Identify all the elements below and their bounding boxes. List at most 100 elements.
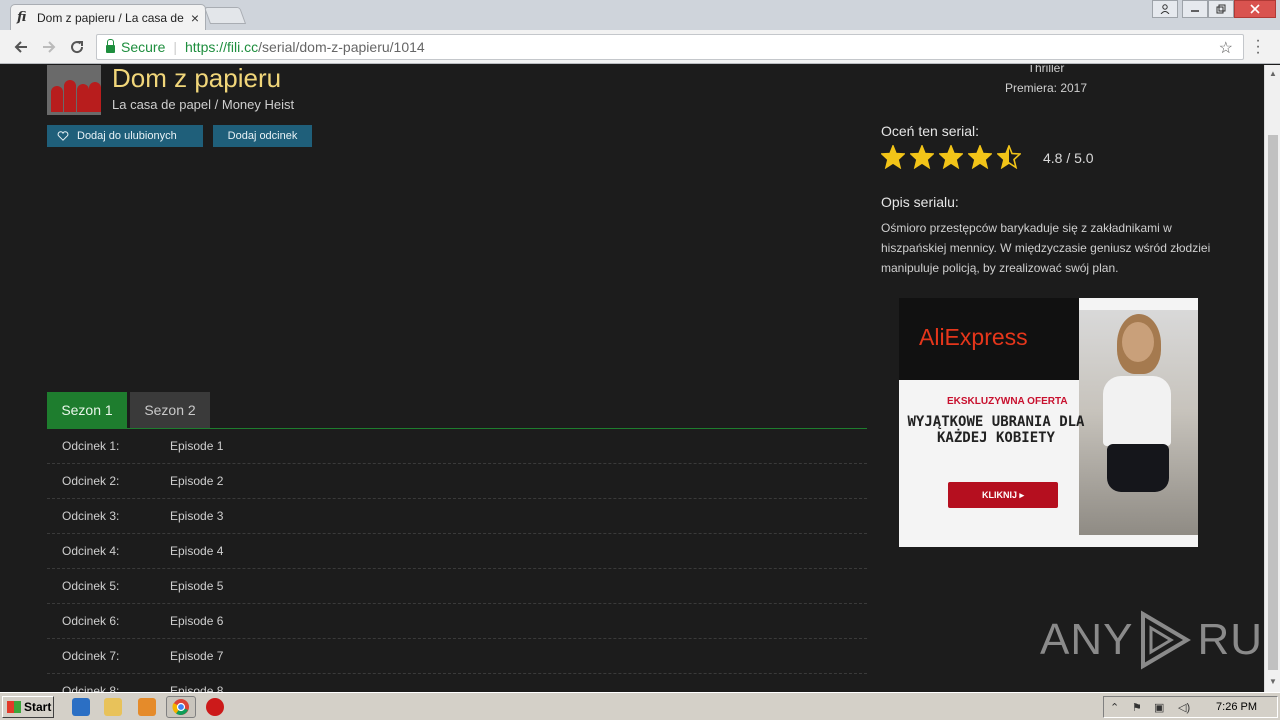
episode-number: Odcinek 5: [62,579,120,593]
volume-icon[interactable]: ◁) [1178,701,1192,715]
site-favicon-icon: fi [17,10,27,25]
star-icon[interactable] [910,145,934,169]
play-icon [1141,610,1192,670]
start-label: Start [24,700,52,714]
episode-link[interactable]: Episode 6 [170,614,223,628]
forward-arrow-icon[interactable] [38,36,60,58]
episode-link[interactable]: Episode 2 [170,474,223,488]
episode-row[interactable]: Odcinek 1: Episode 1 [47,429,867,464]
episode-row[interactable]: Odcinek 7: Episode 7 [47,639,867,674]
ad-model-skirt [1107,444,1169,492]
add-to-favorites-label: Dodaj do ulubionych [77,130,177,142]
poster-figure [89,82,101,112]
episode-row[interactable]: Odcinek 2: Episode 2 [47,464,867,499]
ad-offer-text: EKSKLUZYWNA OFERTA [947,396,1068,407]
show-alt-titles: La casa de papel / Money Heist [112,97,295,112]
episode-list: Odcinek 1: Episode 1 Odcinek 2: Episode 2 Od… [47,429,867,692]
episode-number: Odcinek 1: [62,439,120,453]
chrome-taskbar-button[interactable] [166,696,196,718]
new-tab-button[interactable] [203,7,247,24]
lock-icon [106,39,115,53]
scrollbar-thumb[interactable] [1268,135,1278,670]
episode-number: Odcinek 3: [62,509,120,523]
page-scrollbar[interactable]: ▲ ▼ [1264,65,1280,692]
reload-icon[interactable] [66,36,88,58]
heart-icon [57,131,69,141]
ad-cta-button[interactable]: KLIKNIJ ▸ [948,482,1058,508]
tab-close-icon[interactable]: × [191,10,199,26]
watermark-left: ANY [1040,615,1134,664]
ad-model-blouse [1103,376,1171,446]
back-arrow-icon[interactable] [10,36,32,58]
network-icon[interactable]: ▣ [1154,701,1168,715]
address-separator: | [173,39,177,55]
episode-number: Odcinek 7: [62,649,120,663]
folder-icon[interactable] [104,698,122,716]
ad-headline: WYJĄTKOWE UBRANIA DLA KAŻDEJ KOBIETY [907,414,1085,446]
tab-title: Dom z papieru / La casa de p [37,10,187,25]
clock[interactable]: 7:26 PM [1216,701,1257,713]
add-to-favorites-button[interactable]: Dodaj do ulubionych [47,125,203,147]
description-label: Opis serialu: [881,194,959,210]
rating-stars[interactable] [881,145,1026,169]
close-window-button[interactable] [1234,0,1276,18]
poster-figure [64,80,76,112]
start-button[interactable]: Start [2,696,54,718]
show-hidden-icons-icon[interactable]: ⌃ [1110,701,1124,715]
flag-icon[interactable]: ⚑ [1132,701,1146,715]
secure-label: Secure [121,39,166,55]
media-player-icon[interactable] [138,698,156,716]
star-icon[interactable] [939,145,963,169]
episode-row[interactable]: Odcinek 6: Episode 6 [47,604,867,639]
ad-model-head [1122,322,1154,362]
episode-link[interactable]: Episode 1 [170,439,223,453]
browser-menu-icon[interactable]: · · · [1252,33,1264,61]
episode-number: Odcinek 6: [62,614,120,628]
episode-row[interactable]: Odcinek 3: Episode 3 [47,499,867,534]
rating-value: 4.8 / 5.0 [1043,150,1094,166]
internet-explorer-icon[interactable] [72,698,90,716]
tab-season-1[interactable]: Sezon 1 [47,392,127,428]
show-poster[interactable] [47,65,101,115]
episode-link[interactable]: Episode 4 [170,544,223,558]
scroll-up-icon[interactable]: ▲ [1269,69,1277,78]
star-icon[interactable] [997,145,1021,169]
browser-tab-strip: fi Dom z papieru / La casa de p × [0,0,1280,30]
chrome-icon [172,699,189,715]
taskbar: Start ⌃ ⚑ ▣ ◁) 7:26 PM [0,692,1280,720]
url-host: https://fili.cc [185,39,259,55]
address-bar[interactable]: Secure | https://fili.cc /serial/dom-z-p… [96,34,1244,60]
url-path: /serial/dom-z-papieru/1014 [258,39,425,55]
episode-row[interactable]: Odcinek 4: Episode 4 [47,534,867,569]
episode-row[interactable]: Odcinek 5: Episode 5 [47,569,867,604]
browser-toolbar: Secure | https://fili.cc /serial/dom-z-p… [0,30,1280,64]
watermark-right: RUN [1197,615,1264,664]
star-icon[interactable] [968,145,992,169]
poster-figure [51,86,63,112]
star-icon[interactable] [881,145,905,169]
episode-link[interactable]: Episode 5 [170,579,223,593]
opera-icon[interactable] [206,698,224,716]
windows-logo-icon [7,701,21,713]
minimize-window-button[interactable] [1182,0,1208,18]
bookmark-star-icon[interactable]: ☆ [1219,38,1233,58]
episode-link[interactable]: Episode 3 [170,509,223,523]
show-genre: Thriller [1027,65,1065,75]
episode-number: Odcinek 2: [62,474,120,488]
tab-season-2[interactable]: Sezon 2 [130,392,210,428]
episode-number: Odcinek 4: [62,544,120,558]
profile-icon[interactable] [1152,0,1178,18]
episode-link[interactable]: Episode 7 [170,649,223,663]
show-premiere: Premiera: 2017 [1004,81,1088,95]
browser-tab[interactable]: fi Dom z papieru / La casa de p × [10,4,206,30]
add-episode-button[interactable]: Dodaj odcinek [213,125,312,147]
episode-link[interactable]: Episode 8 [170,684,223,692]
scroll-down-icon[interactable]: ▼ [1269,677,1277,686]
system-tray: ⌃ ⚑ ▣ ◁) 7:26 PM [1103,696,1278,718]
poster-figure [77,84,89,112]
episode-row[interactable]: Odcinek 8: Episode 8 [47,674,867,692]
aliexpress-ad-banner[interactable]: AliExpress EKSKLUZYWNA OFERTA WYJĄTKOWE … [899,298,1198,547]
restore-window-button[interactable] [1208,0,1234,18]
season-tabs: Sezon 1 Sezon 2 [47,392,213,428]
rate-label: Oceń ten serial: [881,123,980,139]
